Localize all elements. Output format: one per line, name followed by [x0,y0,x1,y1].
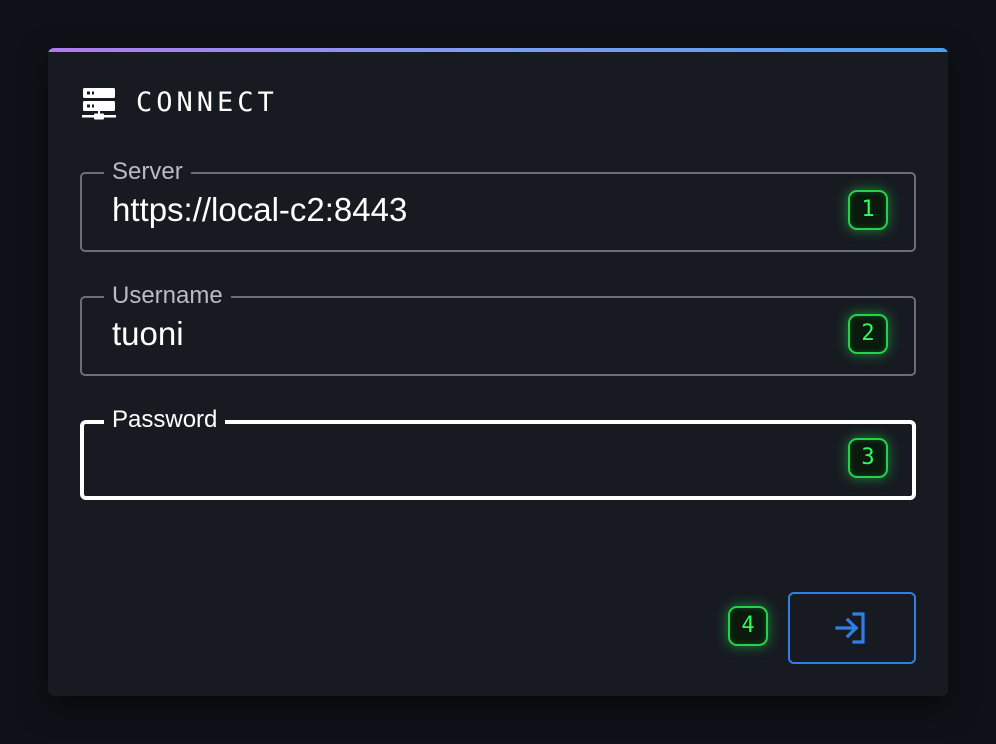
password-field[interactable]: Password 3 [80,406,916,500]
hint-badge-1: 1 [848,190,888,230]
username-label: Username [104,282,231,310]
server-input[interactable] [112,190,812,230]
server-field[interactable]: Server 1 [80,158,916,252]
hint-badge-4: 4 [728,606,768,646]
server-network-icon [82,88,116,120]
card-header: CONNECT [82,84,278,120]
login-button[interactable] [788,592,916,664]
accent-bar [48,48,948,52]
username-input[interactable] [112,314,812,354]
hint-badge-3: 3 [848,438,888,478]
hint-badge-2: 2 [848,314,888,354]
password-label: Password [104,406,226,434]
username-field[interactable]: Username 2 [80,282,916,376]
card-title: CONNECT [136,86,278,118]
password-input[interactable] [112,438,812,478]
server-label: Server [104,158,191,186]
login-arrow-icon [835,612,865,644]
connect-card: CONNECT Server 1 Username 2 Password 3 4 [48,48,948,696]
